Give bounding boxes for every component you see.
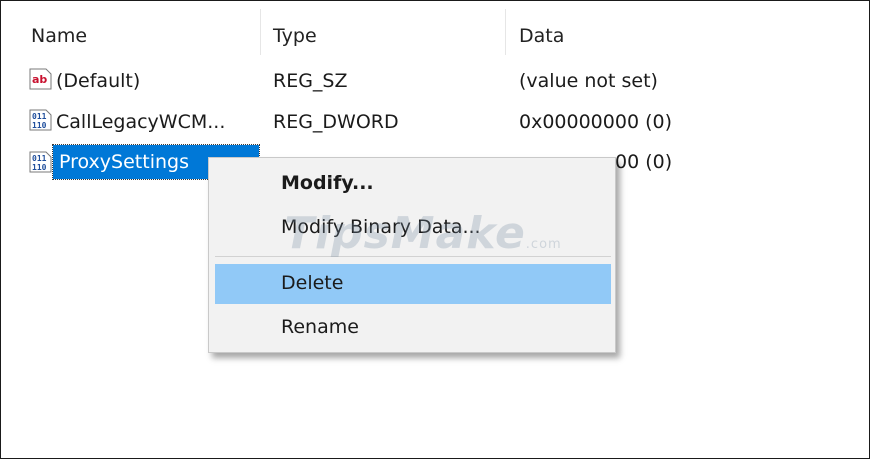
value-data: 00 (0) (615, 151, 673, 173)
svg-text:011: 011 (32, 112, 47, 121)
menu-item-modify[interactable]: Modify... (209, 164, 615, 204)
column-divider[interactable] (260, 9, 261, 55)
string-value-icon: ab (29, 68, 52, 90)
menu-item-label: Modify... (281, 172, 374, 194)
column-header-type[interactable]: Type (273, 25, 317, 47)
value-name: ProxySettings (59, 151, 189, 173)
watermark-text: TipsMake (284, 208, 526, 259)
value-name: CallLegacyWCM... (56, 111, 226, 133)
value-type: REG_DWORD (273, 111, 399, 133)
svg-text:110: 110 (32, 121, 47, 130)
menu-item-label: Delete (281, 272, 344, 294)
value-data: (value not set) (519, 70, 658, 92)
watermark-suffix: .com (525, 237, 562, 252)
watermark: TipsMake.com (284, 208, 562, 259)
column-divider[interactable] (505, 9, 506, 55)
value-data: 0x00000000 (0) (519, 111, 672, 133)
column-header-name[interactable]: Name (31, 25, 87, 47)
menu-item-delete[interactable]: Delete (215, 264, 611, 304)
registry-values-pane: Name Type Data ab (Default) REG_SZ (valu… (0, 0, 870, 459)
menu-item-label: Rename (281, 316, 359, 338)
svg-text:ab: ab (32, 73, 47, 86)
binary-value-icon: 011 110 (29, 151, 52, 173)
svg-text:011: 011 (32, 154, 47, 163)
binary-value-icon: 011 110 (29, 109, 52, 131)
value-type: REG_SZ (273, 70, 348, 92)
column-header-data[interactable]: Data (519, 25, 564, 47)
svg-text:110: 110 (32, 163, 47, 172)
menu-item-rename[interactable]: Rename (209, 308, 615, 348)
value-name: (Default) (56, 70, 141, 92)
